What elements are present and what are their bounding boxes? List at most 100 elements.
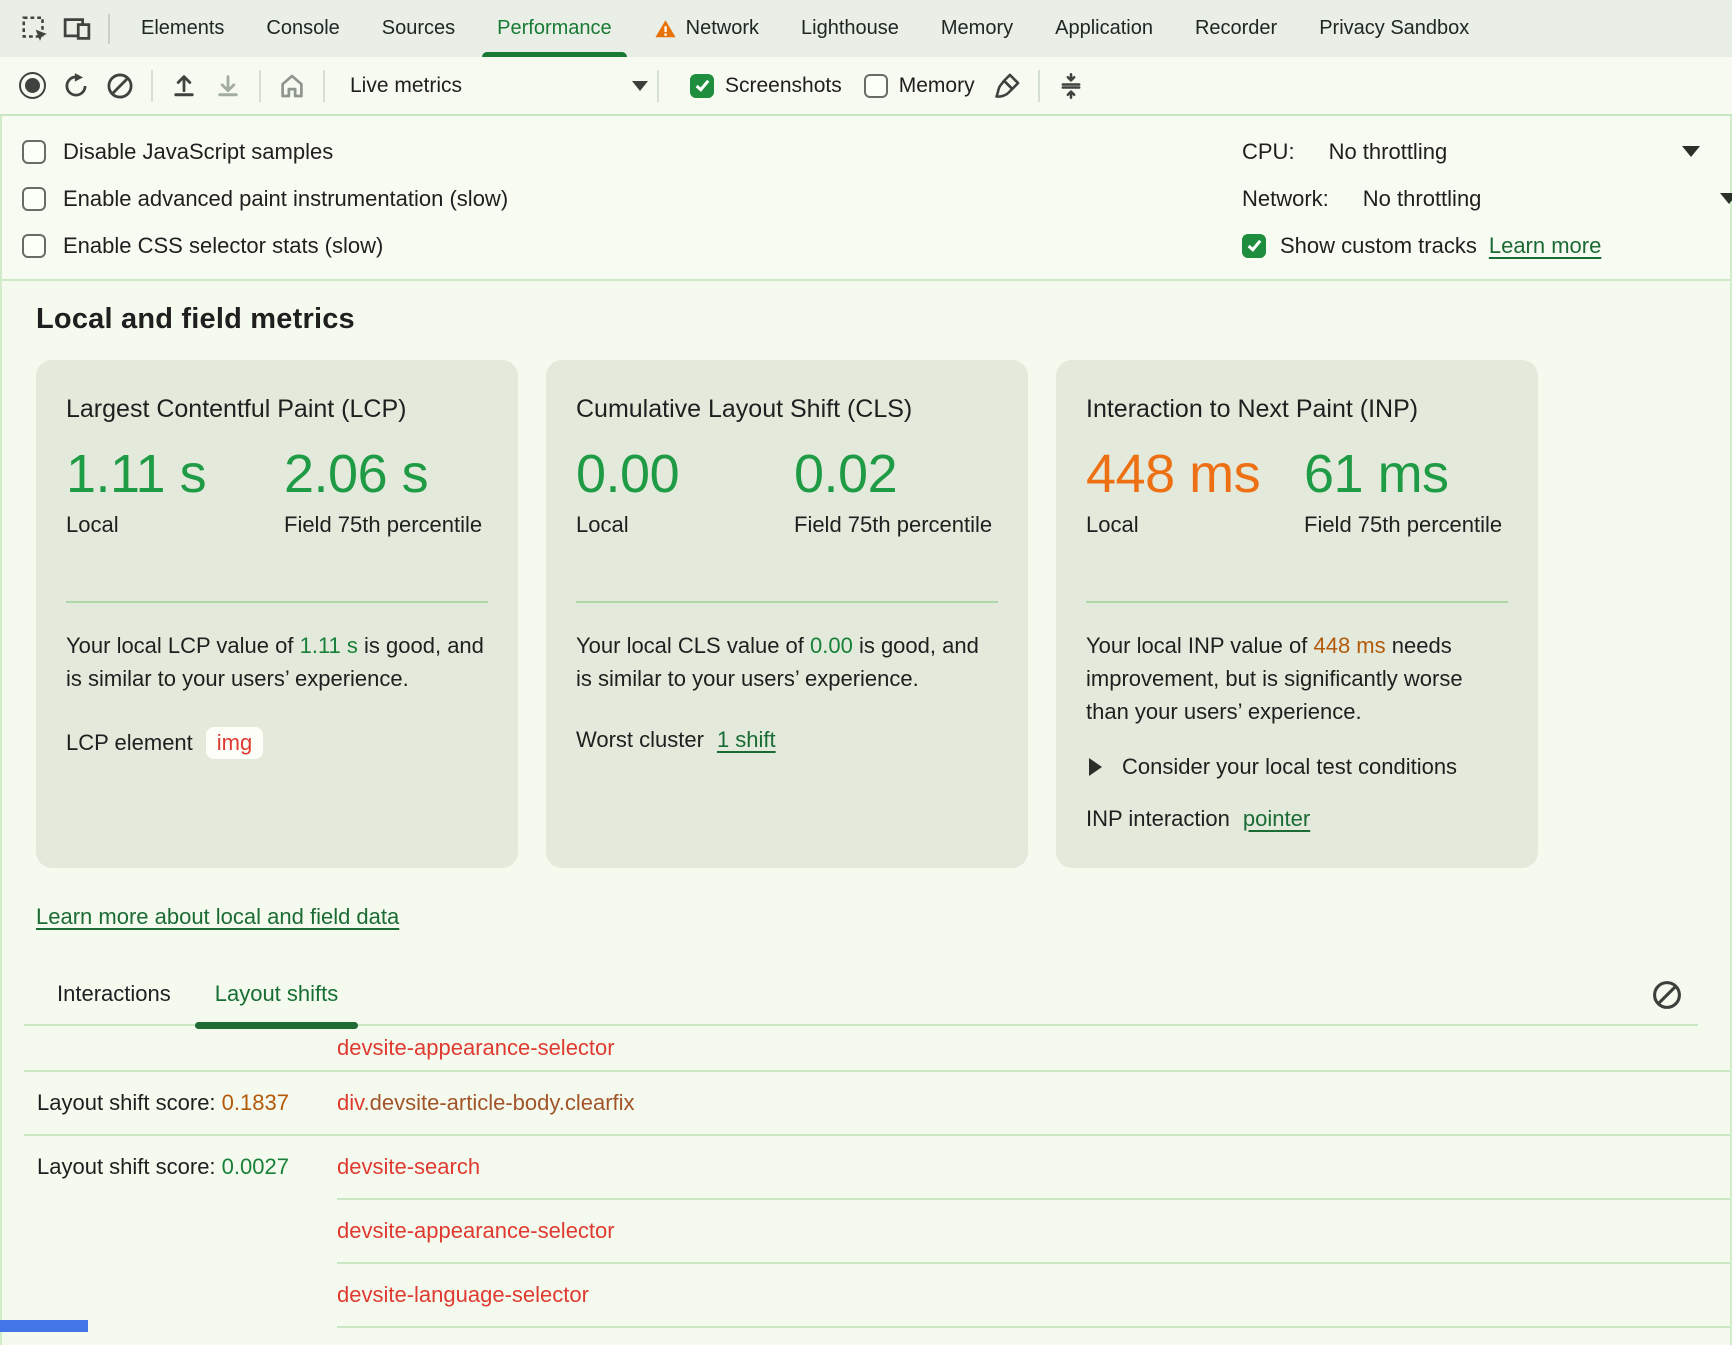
show-custom-tracks-checkbox[interactable] xyxy=(1242,234,1266,258)
blue-status-strip xyxy=(0,1320,88,1332)
check-icon xyxy=(695,77,709,91)
cpu-label: CPU: xyxy=(1242,139,1295,165)
element-link[interactable]: devsite-appearance-selector xyxy=(337,1218,615,1244)
local-test-conditions-toggle[interactable]: Consider your local test conditions xyxy=(1086,754,1508,780)
reload-and-record-button[interactable] xyxy=(54,64,98,108)
layout-shift-row: div.devsite-floating-action-buttons xyxy=(2,1328,1730,1345)
warning-icon xyxy=(654,18,677,40)
tab-elements[interactable]: Elements xyxy=(120,0,245,57)
option-label: Enable advanced paint instrumentation (s… xyxy=(63,186,508,212)
element-link[interactable]: div.devsite-article-body.clearfix xyxy=(337,1090,635,1116)
isolate-button[interactable] xyxy=(985,64,1029,108)
performance-pane: Disable JavaScript samples Enable advanc… xyxy=(0,116,1732,1345)
inspect-element-icon[interactable] xyxy=(14,8,56,50)
tab-lighthouse[interactable]: Lighthouse xyxy=(780,0,920,57)
section-heading: Local and field metrics xyxy=(36,303,1730,336)
inp-card-title: Interaction to Next Paint (INP) xyxy=(1086,392,1508,426)
layout-shift-row: devsite-language-selector xyxy=(2,1264,1730,1326)
tab-network[interactable]: Network xyxy=(633,0,780,57)
divider xyxy=(657,70,659,102)
screenshots-checkbox-group[interactable]: Screenshots xyxy=(690,74,842,98)
inp-field-label: Field 75th percentile xyxy=(1304,509,1504,573)
inp-interaction-link[interactable]: pointer xyxy=(1243,806,1310,832)
show-custom-tracks-option[interactable]: Show custom tracks Learn more xyxy=(1242,222,1730,269)
layout-shift-row: devsite-appearance-selector xyxy=(2,1200,1730,1262)
score-value: 0.1837 xyxy=(222,1090,289,1115)
cls-card-title: Cumulative Layout Shift (CLS) xyxy=(576,392,998,426)
network-throttling-select[interactable]: Network: No throttling xyxy=(1242,175,1730,222)
element-link[interactable]: devsite-search xyxy=(337,1154,480,1180)
worst-cluster-link[interactable]: 1 shift xyxy=(717,727,776,753)
clear-log-button[interactable] xyxy=(1648,976,1686,1014)
tab-performance[interactable]: Performance xyxy=(476,0,633,57)
inp-interaction-label: INP interaction xyxy=(1086,806,1230,832)
advanced-paint-checkbox[interactable] xyxy=(22,187,46,211)
collect-garbage-icon xyxy=(1057,72,1085,100)
save-profile-button[interactable] xyxy=(206,64,250,108)
learn-more-field-data-link[interactable]: Learn more about local and field data xyxy=(36,904,399,929)
custom-tracks-label: Show custom tracks xyxy=(1280,233,1477,259)
cpu-value: No throttling xyxy=(1329,139,1448,165)
tab-application[interactable]: Application xyxy=(1034,0,1174,57)
lcp-element-label: LCP element xyxy=(66,730,193,756)
device-toolbar-icon[interactable] xyxy=(56,8,98,50)
network-label: Network: xyxy=(1242,186,1329,212)
check-icon xyxy=(1247,237,1261,251)
lcp-field-value: 2.06 s xyxy=(284,446,484,503)
lcp-description: Your local LCP value of 1.11 s is good, … xyxy=(66,629,486,695)
live-metrics-view: Local and field metrics Largest Contentf… xyxy=(2,281,1730,1345)
divider xyxy=(576,601,998,603)
capture-settings: Disable JavaScript samples Enable advanc… xyxy=(2,116,1730,281)
tab-privacy-sandbox[interactable]: Privacy Sandbox xyxy=(1298,0,1490,57)
element-link[interactable]: devsite-language-selector xyxy=(337,1282,589,1308)
disable-js-samples-checkbox[interactable] xyxy=(22,140,46,164)
tab-console[interactable]: Console xyxy=(245,0,360,57)
chevron-down-icon xyxy=(1720,193,1732,204)
collect-garbage-button[interactable] xyxy=(1049,64,1093,108)
cls-card: Cumulative Layout Shift (CLS) 0.00 Local… xyxy=(546,360,1028,868)
option-label: Enable CSS selector stats (slow) xyxy=(63,233,383,259)
cpu-throttling-select[interactable]: CPU: No throttling xyxy=(1242,128,1730,175)
tab-memory[interactable]: Memory xyxy=(920,0,1034,57)
load-profile-button[interactable] xyxy=(162,64,206,108)
cls-inline-value: 0.00 xyxy=(810,633,853,658)
record-button[interactable] xyxy=(10,64,54,108)
score-label: Layout shift score: xyxy=(37,1090,222,1115)
screenshots-label: Screenshots xyxy=(725,74,842,98)
css-selector-stats-checkbox[interactable] xyxy=(22,234,46,258)
log-tab-interactions[interactable]: Interactions xyxy=(57,963,171,1025)
disclosure-triangle-icon xyxy=(1089,758,1102,776)
layout-shift-log: devsite-appearance-selector Layout shift… xyxy=(2,1026,1730,1345)
clear-button[interactable] xyxy=(98,64,142,108)
memory-checkbox[interactable] xyxy=(864,74,888,98)
history-dropdown[interactable]: Live metrics xyxy=(350,74,648,98)
layout-shift-row: Layout shift score: 0.1837 div.devsite-a… xyxy=(2,1072,1730,1134)
home-button[interactable] xyxy=(270,64,314,108)
log-tab-layout-shifts[interactable]: Layout shifts xyxy=(215,963,339,1025)
network-value: No throttling xyxy=(1363,186,1482,212)
screenshots-checkbox[interactable] xyxy=(690,74,714,98)
element-link[interactable]: devsite-appearance-selector xyxy=(337,1035,615,1061)
worst-cluster-label: Worst cluster xyxy=(576,727,704,753)
divider xyxy=(66,601,488,603)
record-icon xyxy=(19,72,46,99)
tab-sources[interactable]: Sources xyxy=(361,0,476,57)
learn-more-link[interactable]: Learn more xyxy=(1489,233,1602,259)
reload-icon xyxy=(62,72,90,100)
cls-local-label: Local xyxy=(576,509,794,573)
cls-local-value: 0.00 xyxy=(576,446,794,503)
lcp-field-label: Field 75th percentile xyxy=(284,509,484,573)
layout-shift-row: Layout shift score: 0.0027 devsite-searc… xyxy=(2,1136,1730,1198)
history-dropdown-value: Live metrics xyxy=(350,74,632,98)
divider xyxy=(1038,70,1040,102)
divider xyxy=(151,70,153,102)
memory-checkbox-group[interactable]: Memory xyxy=(864,74,975,98)
inp-card: Interaction to Next Paint (INP) 448 ms L… xyxy=(1056,360,1538,868)
performance-toolbar: Live metrics Screenshots Memory xyxy=(0,57,1732,116)
download-icon xyxy=(214,72,242,100)
metric-cards: Largest Contentful Paint (LCP) 1.11 s Lo… xyxy=(36,360,1730,868)
lcp-card-title: Largest Contentful Paint (LCP) xyxy=(66,392,488,426)
tab-recorder[interactable]: Recorder xyxy=(1174,0,1298,57)
lcp-element-node-link[interactable]: img xyxy=(206,727,263,759)
chevron-down-icon xyxy=(632,81,648,91)
